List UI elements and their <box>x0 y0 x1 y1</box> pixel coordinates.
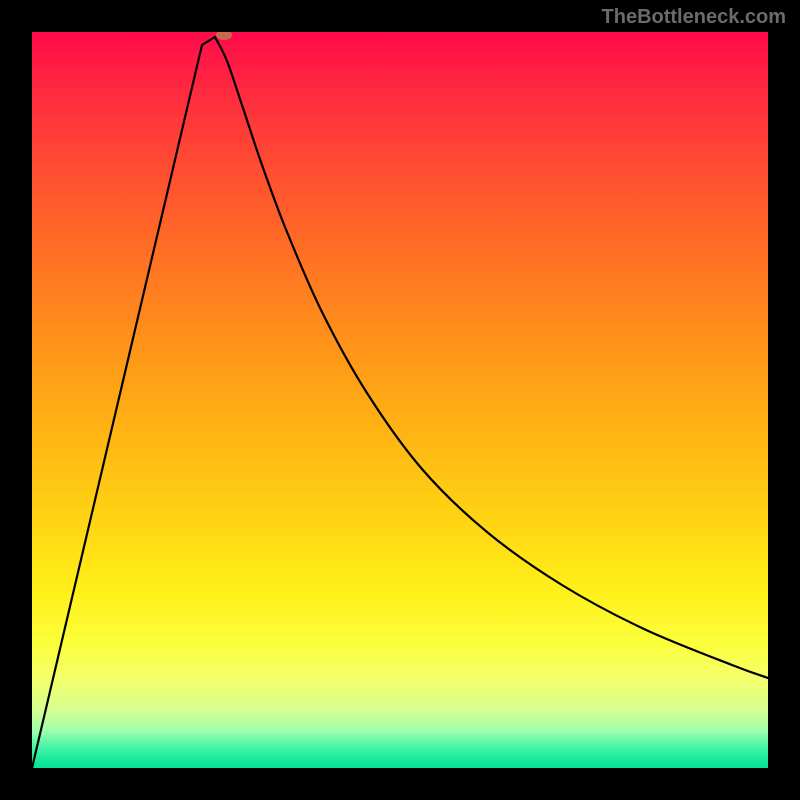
curve-right-branch <box>215 37 768 678</box>
curve-svg <box>32 32 768 768</box>
curve-left-branch <box>32 37 215 768</box>
chart-frame: TheBottleneck.com <box>0 0 800 800</box>
plot-area <box>32 32 768 768</box>
watermark-text: TheBottleneck.com <box>602 6 786 29</box>
